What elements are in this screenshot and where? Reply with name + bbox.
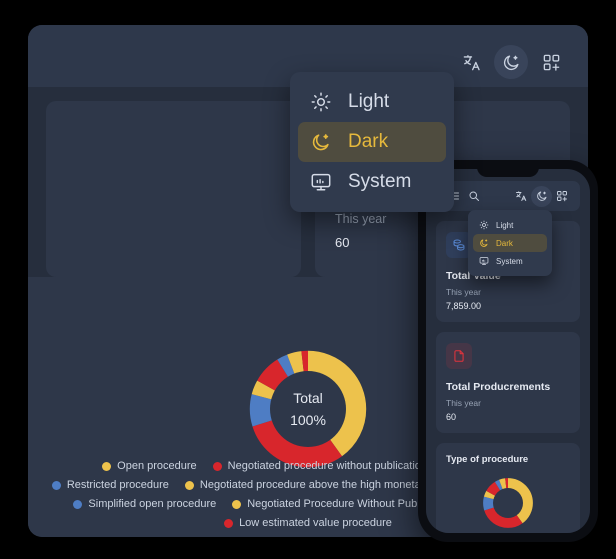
screenshot-stage: Total Producrements This year 60 Total 1… [0,0,616,559]
theme-option-label: Dark [348,131,389,152]
phone-theme-option-system[interactable]: System [473,252,547,270]
phone-stat-card-subtitle: This year [446,287,481,297]
apps-add-icon[interactable] [552,186,572,206]
document-icon [446,343,472,369]
legend-color-dot [51,480,61,490]
translate-icon[interactable] [454,45,488,79]
donut-chart: Total 100% [246,347,370,471]
stat-card[interactable] [46,101,301,277]
theme-option-label: System [348,171,412,192]
theme-option-label: Light [348,91,390,112]
legend-label: Negotiated procedure above the high mone… [199,479,453,491]
phone-theme-option-label: Light [496,220,514,230]
phone-header-toolbar [436,181,580,211]
phone-stat-card-value: 7,859.00 [446,301,482,311]
monitor-icon [479,256,489,266]
donut-center-label: Total [293,390,323,406]
apps-add-icon[interactable] [534,45,568,79]
phone-donut-chart [482,477,534,529]
legend-color-dot [184,480,194,490]
legend-color-dot [232,499,242,509]
legend-label: Low estimated value procedure [239,517,392,529]
phone-theme-option-label: System [496,256,523,266]
moon-icon [310,131,332,153]
sun-icon [310,91,332,113]
moon-icon [479,238,489,248]
theme-dropdown-menu[interactable]: Light Dark System [290,72,454,212]
monitor-icon [310,171,332,193]
moon-icon[interactable] [494,45,528,79]
phone-stat-card-value: 60 [446,412,457,422]
phone-theme-option-dark[interactable]: Dark [473,234,547,252]
donut-center: Total 100% [270,371,346,447]
legend-item[interactable]: Open procedure [102,460,197,472]
theme-option-light[interactable]: Light [298,82,446,122]
legend-label: Open procedure [117,460,197,472]
phone-stat-card[interactable]: Total Producrements This year 60 [436,332,580,433]
phone-chart-title: Type of procedure [446,454,529,465]
legend-color-dot [102,461,112,471]
phone-chart-card[interactable]: Type of procedure Open procedureNegotiat… [436,443,580,533]
theme-option-dark[interactable]: Dark [298,122,446,162]
phone-donut-center [493,488,523,518]
moon-icon[interactable] [531,185,552,207]
desktop-titlebar [28,25,588,37]
search-icon[interactable] [464,186,484,206]
legend-label: Simplified open procedure [88,498,217,510]
phone-stat-card-title: Total Producrements [446,381,551,393]
legend-item[interactable]: Low estimated value procedure [224,517,392,529]
phone-theme-option-label: Dark [496,238,513,248]
legend-item[interactable]: Negotiated procedure above the high mone… [184,479,453,491]
legend-item[interactable]: Simplified open procedure [73,498,216,510]
legend-color-dot [224,518,234,528]
legend-label: Restricted procedure [66,479,169,491]
donut-center-value: 100% [290,412,326,428]
legend-color-dot [73,499,83,509]
phone-notch [477,163,539,177]
phone-theme-option-light[interactable]: Light [473,216,547,234]
theme-option-system[interactable]: System [298,162,446,202]
translate-icon[interactable] [511,186,531,206]
legend-item[interactable]: Restricted procedure [51,479,169,491]
phone-theme-dropdown-menu[interactable]: Light Dark System [468,210,552,276]
legend-color-dot [212,461,222,471]
sun-icon [479,220,489,230]
phone-stat-card-subtitle: This year [446,398,481,408]
